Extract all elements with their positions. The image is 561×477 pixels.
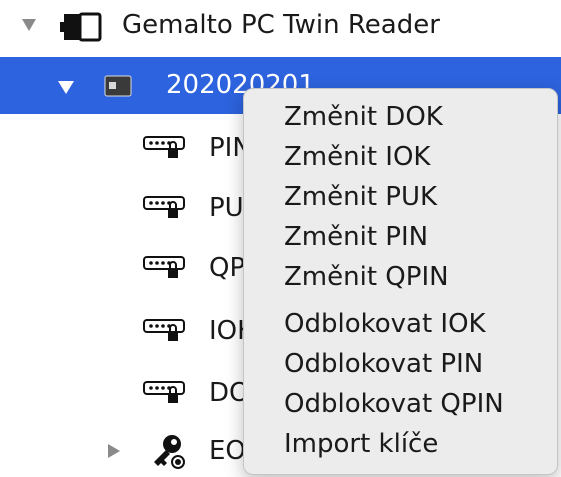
pin-key-icon [142, 253, 185, 281]
menu-item-zmenit-iok[interactable]: Změnit IOK [284, 142, 430, 172]
disclosure-triangle-expanded-icon[interactable] [58, 81, 74, 94]
tree-label-reader: Gemalto PC Twin Reader [122, 10, 440, 40]
pin-key-icon [142, 378, 185, 406]
menu-item-odblokovat-iok[interactable]: Odblokovat IOK [284, 309, 486, 339]
smart-card-icon [104, 75, 132, 101]
disclosure-triangle-expanded-icon[interactable] [22, 19, 36, 31]
menu-item-import-klice[interactable]: Import klíče [284, 429, 438, 459]
disclosure-triangle-collapsed-icon[interactable] [108, 444, 120, 458]
pin-key-icon [142, 133, 185, 161]
tree-row-reader[interactable]: Gemalto PC Twin Reader [0, 6, 561, 46]
menu-item-zmenit-qpin[interactable]: Změnit QPIN [284, 262, 449, 292]
context-menu: Změnit DOK Změnit IOK Změnit PUK Změnit … [243, 88, 558, 475]
menu-item-zmenit-pin[interactable]: Změnit PIN [284, 222, 428, 252]
menu-item-zmenit-dok[interactable]: Změnit DOK [284, 102, 443, 132]
certificate-key-icon [150, 432, 190, 476]
pin-key-icon [142, 316, 185, 344]
tree-label-certificates: EO [209, 436, 246, 466]
menu-item-odblokovat-qpin[interactable]: Odblokovat QPIN [284, 389, 504, 419]
menu-item-odblokovat-pin[interactable]: Odblokovat PIN [284, 349, 483, 379]
pin-key-icon [142, 193, 185, 221]
menu-item-zmenit-puk[interactable]: Změnit PUK [284, 182, 437, 212]
card-reader-icon [60, 12, 104, 46]
